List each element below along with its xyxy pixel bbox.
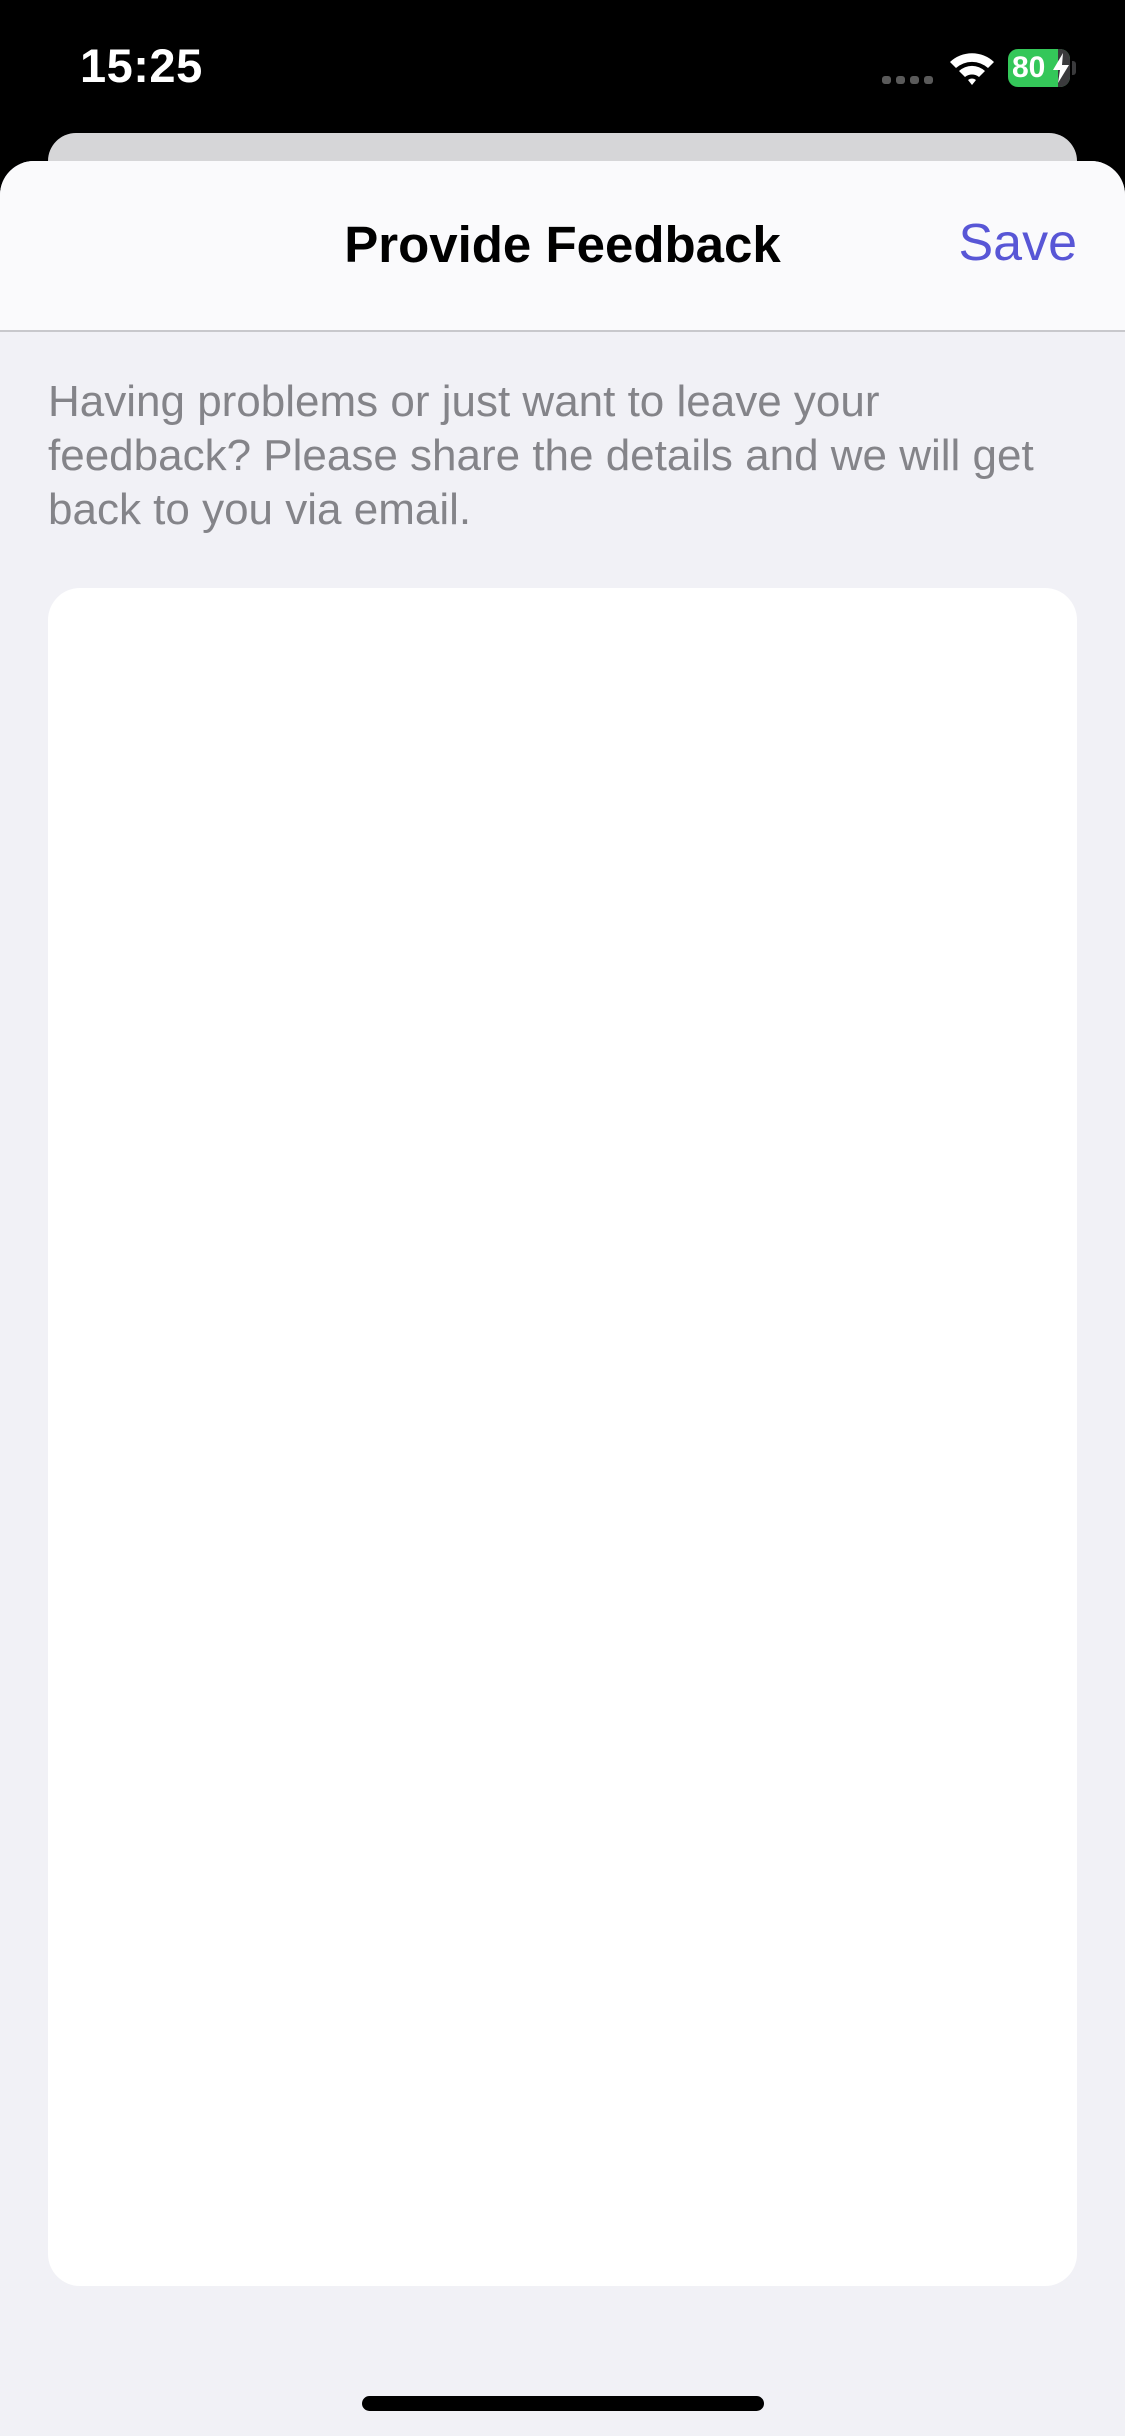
charging-bolt-icon bbox=[1053, 53, 1069, 83]
save-button[interactable]: Save bbox=[958, 213, 1077, 273]
battery-icon: 80 bbox=[1008, 49, 1076, 87]
home-indicator bbox=[362, 2396, 764, 2411]
signal-icon bbox=[882, 76, 934, 84]
screen: 15:25 80 Provide Feedback Save Having pr… bbox=[0, 0, 1125, 2436]
feedback-text-area[interactable] bbox=[48, 588, 1077, 2286]
navigation-bar: Provide Feedback Save bbox=[0, 161, 1125, 332]
page-title: Provide Feedback bbox=[344, 216, 781, 273]
wifi-icon bbox=[950, 53, 994, 85]
status-time: 15:25 bbox=[80, 39, 203, 92]
battery-body: 80 bbox=[1008, 49, 1070, 87]
feedback-description: Having problems or just want to leave yo… bbox=[48, 377, 1034, 534]
status-bar: 15:25 80 bbox=[0, 0, 1125, 135]
feedback-sheet: Provide Feedback Save Having problems or… bbox=[0, 161, 1125, 2436]
battery-level: 80 bbox=[1012, 51, 1046, 84]
